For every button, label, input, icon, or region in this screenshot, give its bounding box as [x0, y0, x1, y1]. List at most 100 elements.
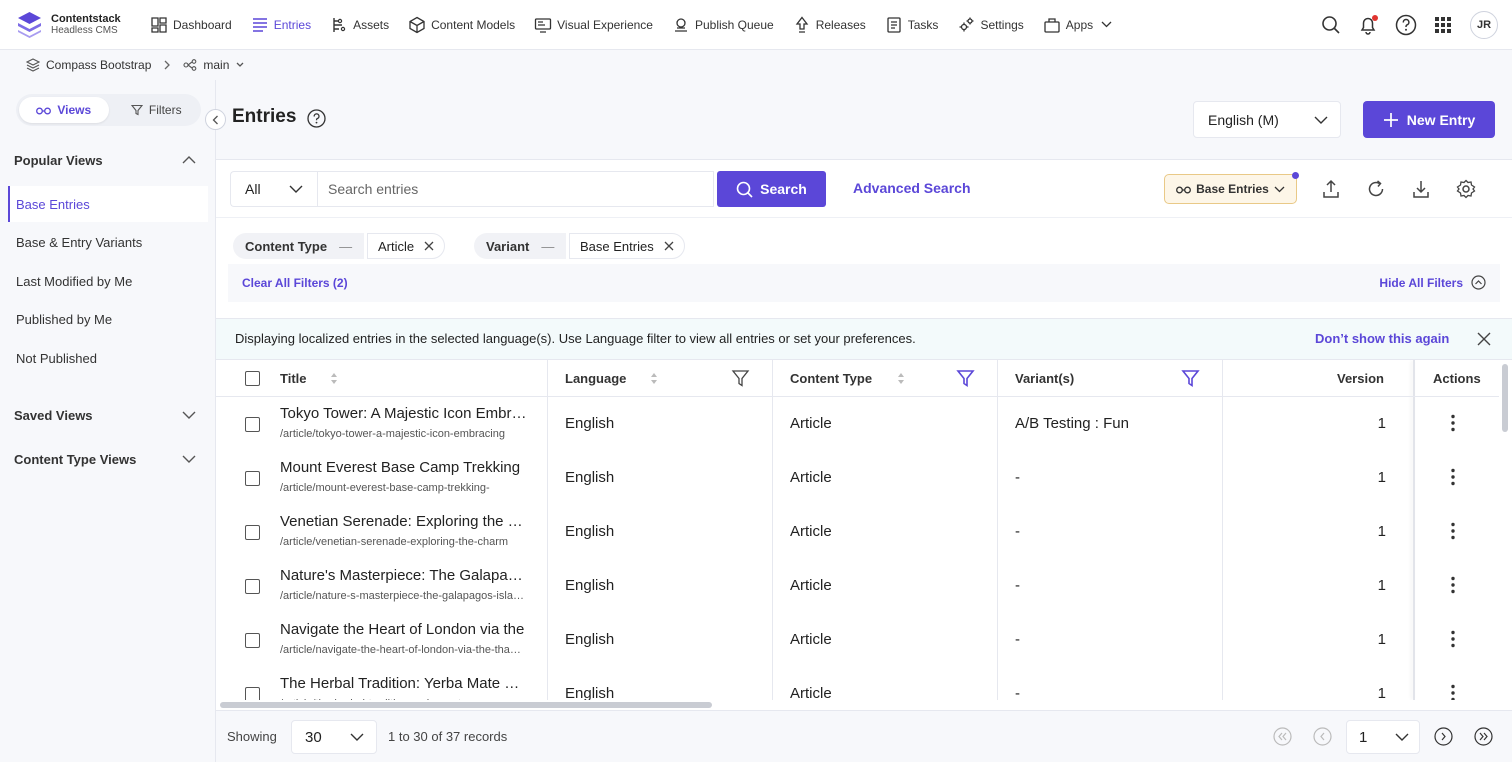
collapse-sidebar-button[interactable] — [205, 109, 226, 130]
nav-item-visual-experience[interactable]: Visual Experience — [534, 0, 653, 50]
row-checkbox[interactable] — [245, 471, 260, 486]
first-page-icon[interactable] — [1273, 727, 1292, 746]
column-variants[interactable]: Variant(s) — [1015, 360, 1074, 397]
dont-show-again-link[interactable]: Don’t show this again — [1315, 331, 1449, 346]
nav-item-publish-queue[interactable]: Publish Queue — [672, 0, 774, 50]
search-button[interactable]: Search — [717, 171, 826, 207]
language-select[interactable]: English (M) — [1193, 101, 1341, 138]
row-checkbox[interactable] — [245, 525, 260, 540]
table-row[interactable]: Mount Everest Base Camp Trekking/article… — [216, 451, 1499, 505]
sort-icon[interactable] — [650, 372, 658, 385]
breadcrumb-stack[interactable]: Compass Bootstrap — [46, 58, 151, 72]
entry-title[interactable]: Nature's Masterpiece: The Galapagos — [280, 567, 530, 584]
filter-content-type-value[interactable]: Article — [367, 233, 446, 259]
more-actions-icon[interactable] — [1451, 468, 1455, 486]
clear-all-filters-link[interactable]: Clear All Filters (2) — [242, 276, 348, 290]
brand[interactable]: Contentstack Headless CMS — [17, 11, 144, 38]
more-actions-icon[interactable] — [1451, 576, 1455, 594]
help-circle-icon[interactable] — [307, 109, 326, 128]
popular-views-header[interactable]: Popular Views — [0, 140, 216, 180]
column-language[interactable]: Language — [565, 360, 626, 397]
last-page-icon[interactable] — [1474, 727, 1493, 746]
per-page-select[interactable]: 30 — [291, 720, 377, 754]
entry-title[interactable]: Venetian Serenade: Exploring the Charm — [280, 513, 530, 530]
page-select[interactable]: 1 — [1346, 720, 1420, 754]
row-checkbox[interactable] — [245, 633, 260, 648]
sort-icon[interactable] — [330, 372, 338, 385]
filter-variant-value[interactable]: Base Entries — [569, 233, 685, 259]
next-page-icon[interactable] — [1434, 727, 1453, 746]
export-icon[interactable] — [1321, 179, 1341, 199]
download-icon[interactable] — [1411, 179, 1431, 199]
row-checkbox[interactable] — [245, 579, 260, 594]
nav-item-content-models[interactable]: Content Models — [408, 0, 515, 50]
close-icon[interactable] — [1477, 332, 1491, 346]
new-entry-button[interactable]: New Entry — [1363, 101, 1495, 138]
app-grid-icon[interactable] — [1434, 16, 1452, 34]
sidebar-view-item[interactable]: Published by Me — [8, 302, 208, 338]
close-icon[interactable] — [654, 241, 674, 251]
tab-filters[interactable]: Filters — [112, 94, 202, 126]
entry-title[interactable]: Navigate the Heart of London via the — [280, 621, 530, 638]
chevron-down-icon[interactable] — [229, 61, 251, 69]
table-row[interactable]: Venetian Serenade: Exploring the Charm/a… — [216, 505, 1499, 559]
search-icon[interactable] — [1321, 15, 1341, 35]
notification-bell-icon[interactable] — [1358, 15, 1378, 35]
column-content-type[interactable]: Content Type — [790, 360, 872, 397]
hide-all-filters-link[interactable]: Hide All Filters — [1379, 275, 1486, 290]
sidebar-view-item[interactable]: Last Modified by Me — [8, 263, 208, 299]
filter-content-type-label[interactable]: Content Type — — [233, 233, 365, 259]
row-checkbox[interactable] — [245, 687, 260, 700]
row-checkbox[interactable] — [245, 417, 260, 432]
nav-item-assets[interactable]: Assets — [330, 0, 389, 50]
advanced-search-link[interactable]: Advanced Search — [853, 180, 971, 196]
unsaved-indicator-dot — [1292, 172, 1299, 179]
column-version[interactable]: Version — [1337, 360, 1384, 397]
filter-active-icon[interactable] — [1181, 369, 1200, 388]
settings-gear-icon[interactable] — [1456, 179, 1476, 199]
breadcrumb-branch[interactable]: main — [203, 58, 229, 72]
user-avatar[interactable]: JR — [1470, 11, 1498, 39]
table-row[interactable]: Nature's Masterpiece: The Galapagos/arti… — [216, 559, 1499, 613]
more-actions-icon[interactable] — [1451, 630, 1455, 648]
nav-item-releases[interactable]: Releases — [793, 0, 866, 50]
help-icon[interactable] — [1395, 14, 1417, 36]
filter-actions-bar: Clear All Filters (2) Hide All Filters — [228, 264, 1500, 302]
more-actions-icon[interactable] — [1451, 522, 1455, 540]
search-input[interactable] — [317, 171, 714, 207]
filter-active-icon[interactable] — [956, 369, 975, 388]
sort-icon[interactable] — [897, 372, 905, 385]
nav-item-apps[interactable]: Apps — [1043, 0, 1117, 50]
search-scope-select[interactable]: All — [230, 171, 317, 207]
select-all-checkbox[interactable] — [245, 371, 260, 386]
refresh-icon[interactable] — [1366, 179, 1386, 199]
vertical-scrollbar[interactable] — [1500, 360, 1510, 700]
content-type-views-header[interactable]: Content Type Views — [0, 439, 216, 479]
sidebar-view-item[interactable]: Not Published — [8, 340, 208, 376]
previous-page-icon[interactable] — [1313, 727, 1332, 746]
column-title[interactable]: Title — [280, 360, 307, 397]
tab-views[interactable]: Views — [19, 97, 109, 123]
entry-title[interactable]: The Herbal Tradition: Yerba Mate Culture — [280, 675, 530, 692]
entry-title[interactable]: Tokyo Tower: A Majestic Icon Embracing — [280, 405, 530, 422]
filter-variant-label[interactable]: Variant — — [474, 233, 567, 259]
more-actions-icon[interactable] — [1451, 414, 1455, 432]
current-view-dropdown[interactable]: Base Entries — [1164, 172, 1299, 204]
nav-item-settings[interactable]: Settings — [957, 0, 1024, 50]
nav-item-dashboard[interactable]: Dashboard — [150, 0, 232, 50]
sidebar-view-item[interactable]: Base & Entry Variants — [8, 225, 208, 261]
nav-item-tasks[interactable]: Tasks — [885, 0, 938, 50]
horizontal-scroll-thumb[interactable] — [220, 702, 712, 708]
more-actions-icon[interactable] — [1451, 684, 1455, 700]
table-row[interactable]: The Herbal Tradition: Yerba Mate Culture… — [216, 667, 1499, 700]
entry-title[interactable]: Mount Everest Base Camp Trekking — [280, 459, 530, 476]
table-row[interactable]: Navigate the Heart of London via the/art… — [216, 613, 1499, 667]
horizontal-scrollbar[interactable] — [216, 700, 1512, 710]
nav-item-entries[interactable]: Entries — [251, 0, 311, 50]
close-icon[interactable] — [414, 241, 434, 251]
vertical-scroll-thumb[interactable] — [1502, 364, 1508, 432]
saved-views-header[interactable]: Saved Views — [0, 395, 216, 435]
sidebar-view-item[interactable]: Base Entries — [8, 186, 208, 222]
table-row[interactable]: Tokyo Tower: A Majestic Icon Embracing/a… — [216, 397, 1499, 451]
filter-icon[interactable] — [731, 369, 750, 388]
